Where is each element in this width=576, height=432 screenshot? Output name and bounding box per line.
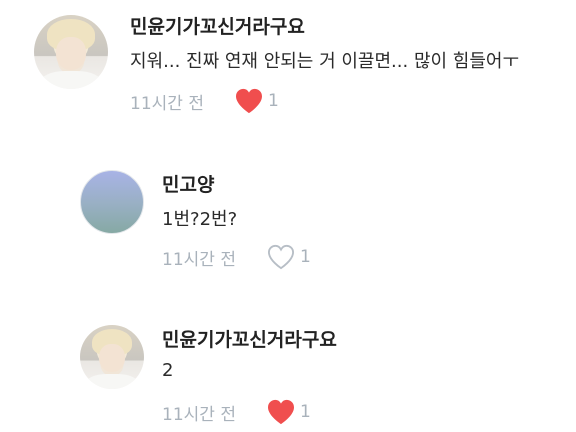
avatar[interactable]	[80, 325, 144, 389]
reply-username[interactable]: 민윤기가꼬신거라구요	[162, 325, 337, 352]
heart-filled-icon	[267, 399, 294, 425]
avatar-shirt	[39, 71, 103, 89]
avatar[interactable]	[80, 170, 144, 234]
like-button[interactable]: 1	[266, 399, 311, 425]
avatar[interactable]	[34, 15, 108, 89]
comment-item: 민윤기가꼬신거라구요 지워... 진짜 연재 안되는 거 이끌면... 많이 힘…	[0, 0, 576, 130]
comment-time: 11시간 전	[130, 93, 204, 114]
like-button[interactable]: 1	[266, 244, 311, 270]
comment-meta: 11시간 전 1	[130, 88, 279, 114]
avatar-face	[99, 344, 125, 373]
reply-time: 11시간 전	[162, 249, 236, 270]
like-count: 1	[267, 91, 279, 111]
avatar-shirt	[85, 373, 139, 389]
comment-text: 지워... 진짜 연재 안되는 거 이끌면... 많이 힘들어ㅜ	[130, 51, 520, 72]
reply-item: 민윤기가꼬신거라구요 2 11시간 전 1	[0, 315, 576, 432]
comment-username[interactable]: 민윤기가꼬신거라구요	[130, 12, 305, 39]
reply-text: 1번?2번?	[162, 209, 238, 230]
reply-username[interactable]: 민고양	[162, 170, 214, 197]
reply-item: 민고양 1번?2번? 11시간 전 1	[0, 160, 576, 280]
like-count: 1	[299, 247, 311, 267]
reply-meta: 11시간 전 1	[162, 244, 311, 270]
like-count: 1	[299, 402, 311, 422]
reply-meta: 11시간 전 1	[162, 399, 311, 425]
reply-time: 11시간 전	[162, 404, 236, 425]
heart-filled-icon	[235, 88, 262, 114]
reply-text: 2	[162, 360, 174, 381]
like-button[interactable]: 1	[234, 88, 279, 114]
avatar-face	[56, 37, 86, 70]
heart-outline-icon	[267, 244, 294, 270]
